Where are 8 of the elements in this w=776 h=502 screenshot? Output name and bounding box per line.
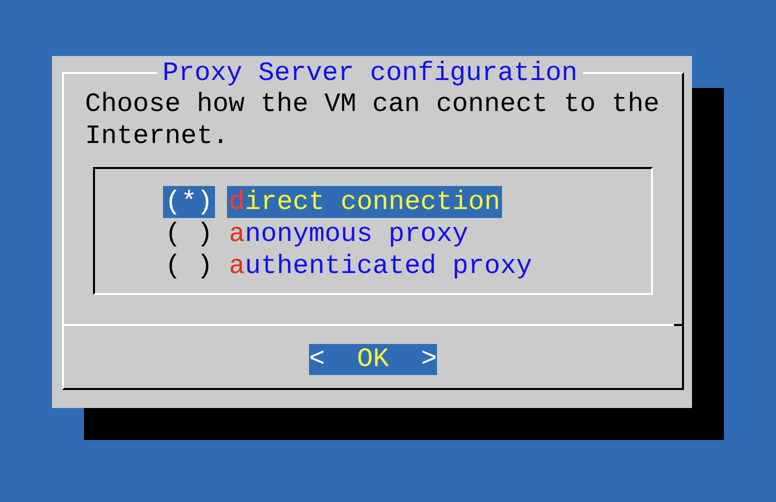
radio-marker[interactable]: ( ) [163, 250, 215, 282]
dialog-message: Choose how the VM can connect to the Internet. [85, 88, 660, 152]
option-label[interactable]: authenticated proxy [226, 250, 534, 282]
radio-marker[interactable]: (*) [163, 186, 215, 218]
ok-button[interactable]: < OK > [309, 344, 437, 375]
option-label[interactable]: direct connection [226, 186, 502, 218]
radio-marker[interactable]: ( ) [163, 218, 215, 250]
option-label[interactable]: anonymous proxy [226, 218, 470, 250]
